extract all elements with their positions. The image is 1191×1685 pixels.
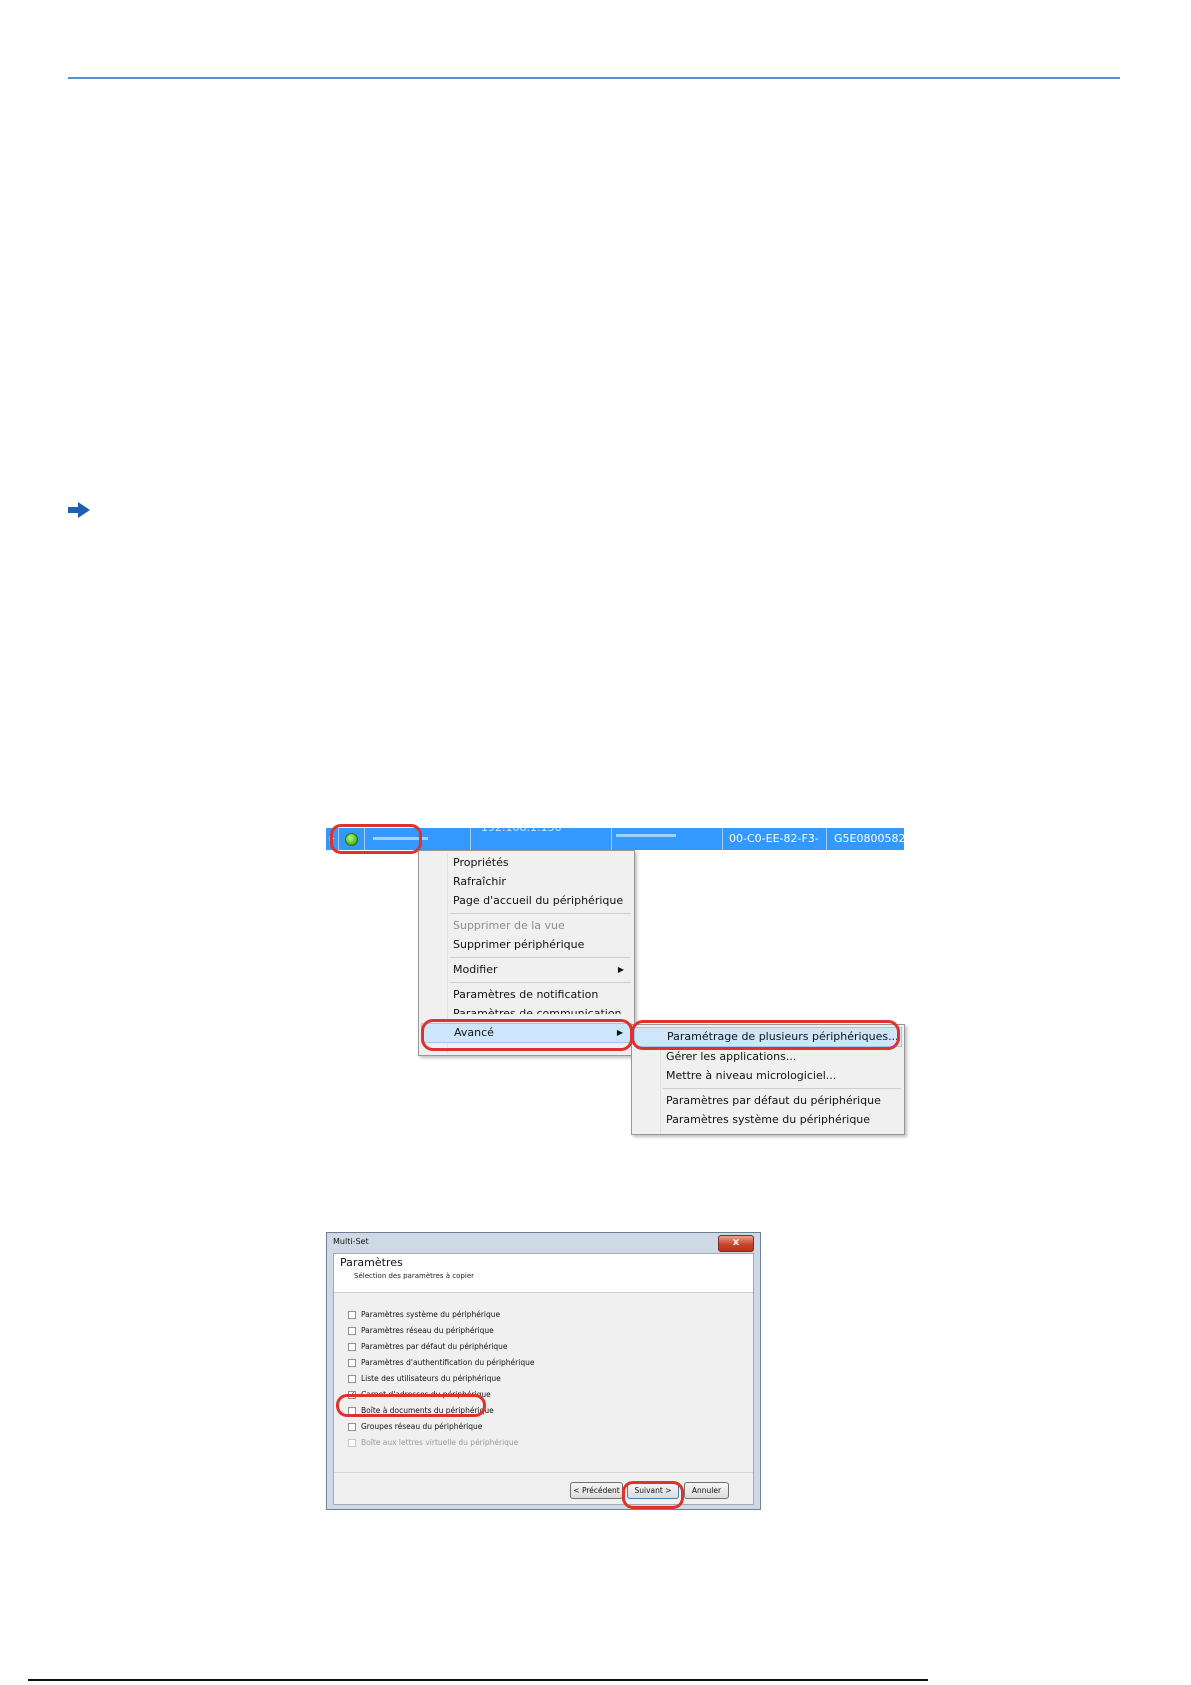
menu-separator bbox=[450, 957, 631, 958]
menu-separator bbox=[663, 1088, 901, 1089]
device-serial-cell: G5E0800582 bbox=[834, 832, 906, 845]
dialog-title: Multi-Set bbox=[333, 1237, 369, 1246]
menu-item-notification-settings[interactable]: Paramètres de notification bbox=[421, 985, 632, 1005]
menu-item-edit[interactable]: Modifier ▶ bbox=[421, 960, 632, 980]
dialog-body: Paramètres Sélection des paramètres à co… bbox=[333, 1253, 754, 1509]
arrow-right-icon bbox=[68, 502, 90, 518]
menu-item-delete-device[interactable]: Supprimer périphérique bbox=[421, 935, 632, 955]
previous-button[interactable]: < Précédent bbox=[570, 1482, 623, 1499]
submenu-arrow-icon: ▶ bbox=[617, 965, 624, 974]
submenu-item-manage-apps[interactable]: Gérer les applications... bbox=[634, 1047, 902, 1067]
menu-item-properties[interactable]: Propriétés bbox=[421, 853, 632, 873]
dialog-divider bbox=[334, 1472, 753, 1473]
checkbox[interactable] bbox=[348, 1359, 356, 1367]
dialog-header: Paramètres Sélection des paramètres à co… bbox=[334, 1254, 753, 1293]
device-mac-cell: 00-C0-EE-82-F3-38 bbox=[723, 828, 827, 867]
checkbox[interactable] bbox=[348, 1327, 356, 1335]
menu-item-refresh[interactable]: Rafraîchir bbox=[421, 872, 632, 892]
device-ip-cell: 192.168.1.136 bbox=[471, 828, 612, 850]
cancel-button[interactable]: Annuler bbox=[684, 1482, 729, 1499]
submenu-item-device-defaults[interactable]: Paramètres par défaut du périphérique bbox=[634, 1091, 902, 1111]
checkbox[interactable] bbox=[348, 1375, 356, 1383]
menu-separator bbox=[450, 913, 631, 914]
footer-rule bbox=[28, 1679, 928, 1681]
checkbox[interactable] bbox=[348, 1311, 356, 1319]
menu-item-remove-from-view: Supprimer de la vue bbox=[453, 919, 565, 932]
multi-set-dialog: Multi-Set x Paramètres Sélection des par… bbox=[326, 1232, 761, 1510]
next-button-highlight bbox=[622, 1481, 684, 1509]
menu-item-communication-settings[interactable]: Paramètres de communication bbox=[421, 1004, 632, 1014]
menu-separator bbox=[450, 982, 631, 983]
advanced-highlight bbox=[421, 1019, 633, 1051]
status-highlight bbox=[330, 824, 422, 854]
dialog-subheading: Sélection des paramètres à copier bbox=[354, 1272, 474, 1280]
dialog-heading: Paramètres bbox=[340, 1256, 403, 1269]
multi-set-highlight bbox=[631, 1020, 900, 1050]
menu-item-device-home-page[interactable]: Page d'accueil du périphérique bbox=[421, 891, 632, 911]
device-model-cell bbox=[612, 828, 723, 850]
checkbox bbox=[348, 1439, 356, 1447]
address-book-highlight bbox=[336, 1394, 486, 1417]
close-button[interactable]: x bbox=[718, 1235, 754, 1252]
checkbox[interactable] bbox=[348, 1343, 356, 1351]
context-menu-screenshot: ▸ 192.168.1.136 00-C0-EE-82-F3-38 G5E080… bbox=[326, 824, 906, 1135]
submenu-item-device-system-settings[interactable]: Paramètres système du périphérique bbox=[634, 1110, 902, 1130]
multi-set-dialog-screenshot: Multi-Set x Paramètres Sélection des par… bbox=[326, 1232, 761, 1510]
close-icon: x bbox=[732, 1237, 740, 1248]
checkbox[interactable] bbox=[348, 1423, 356, 1431]
submenu-item-firmware-upgrade[interactable]: Mettre à niveau micrologiciel... bbox=[634, 1066, 902, 1086]
header-rule bbox=[68, 77, 1120, 79]
